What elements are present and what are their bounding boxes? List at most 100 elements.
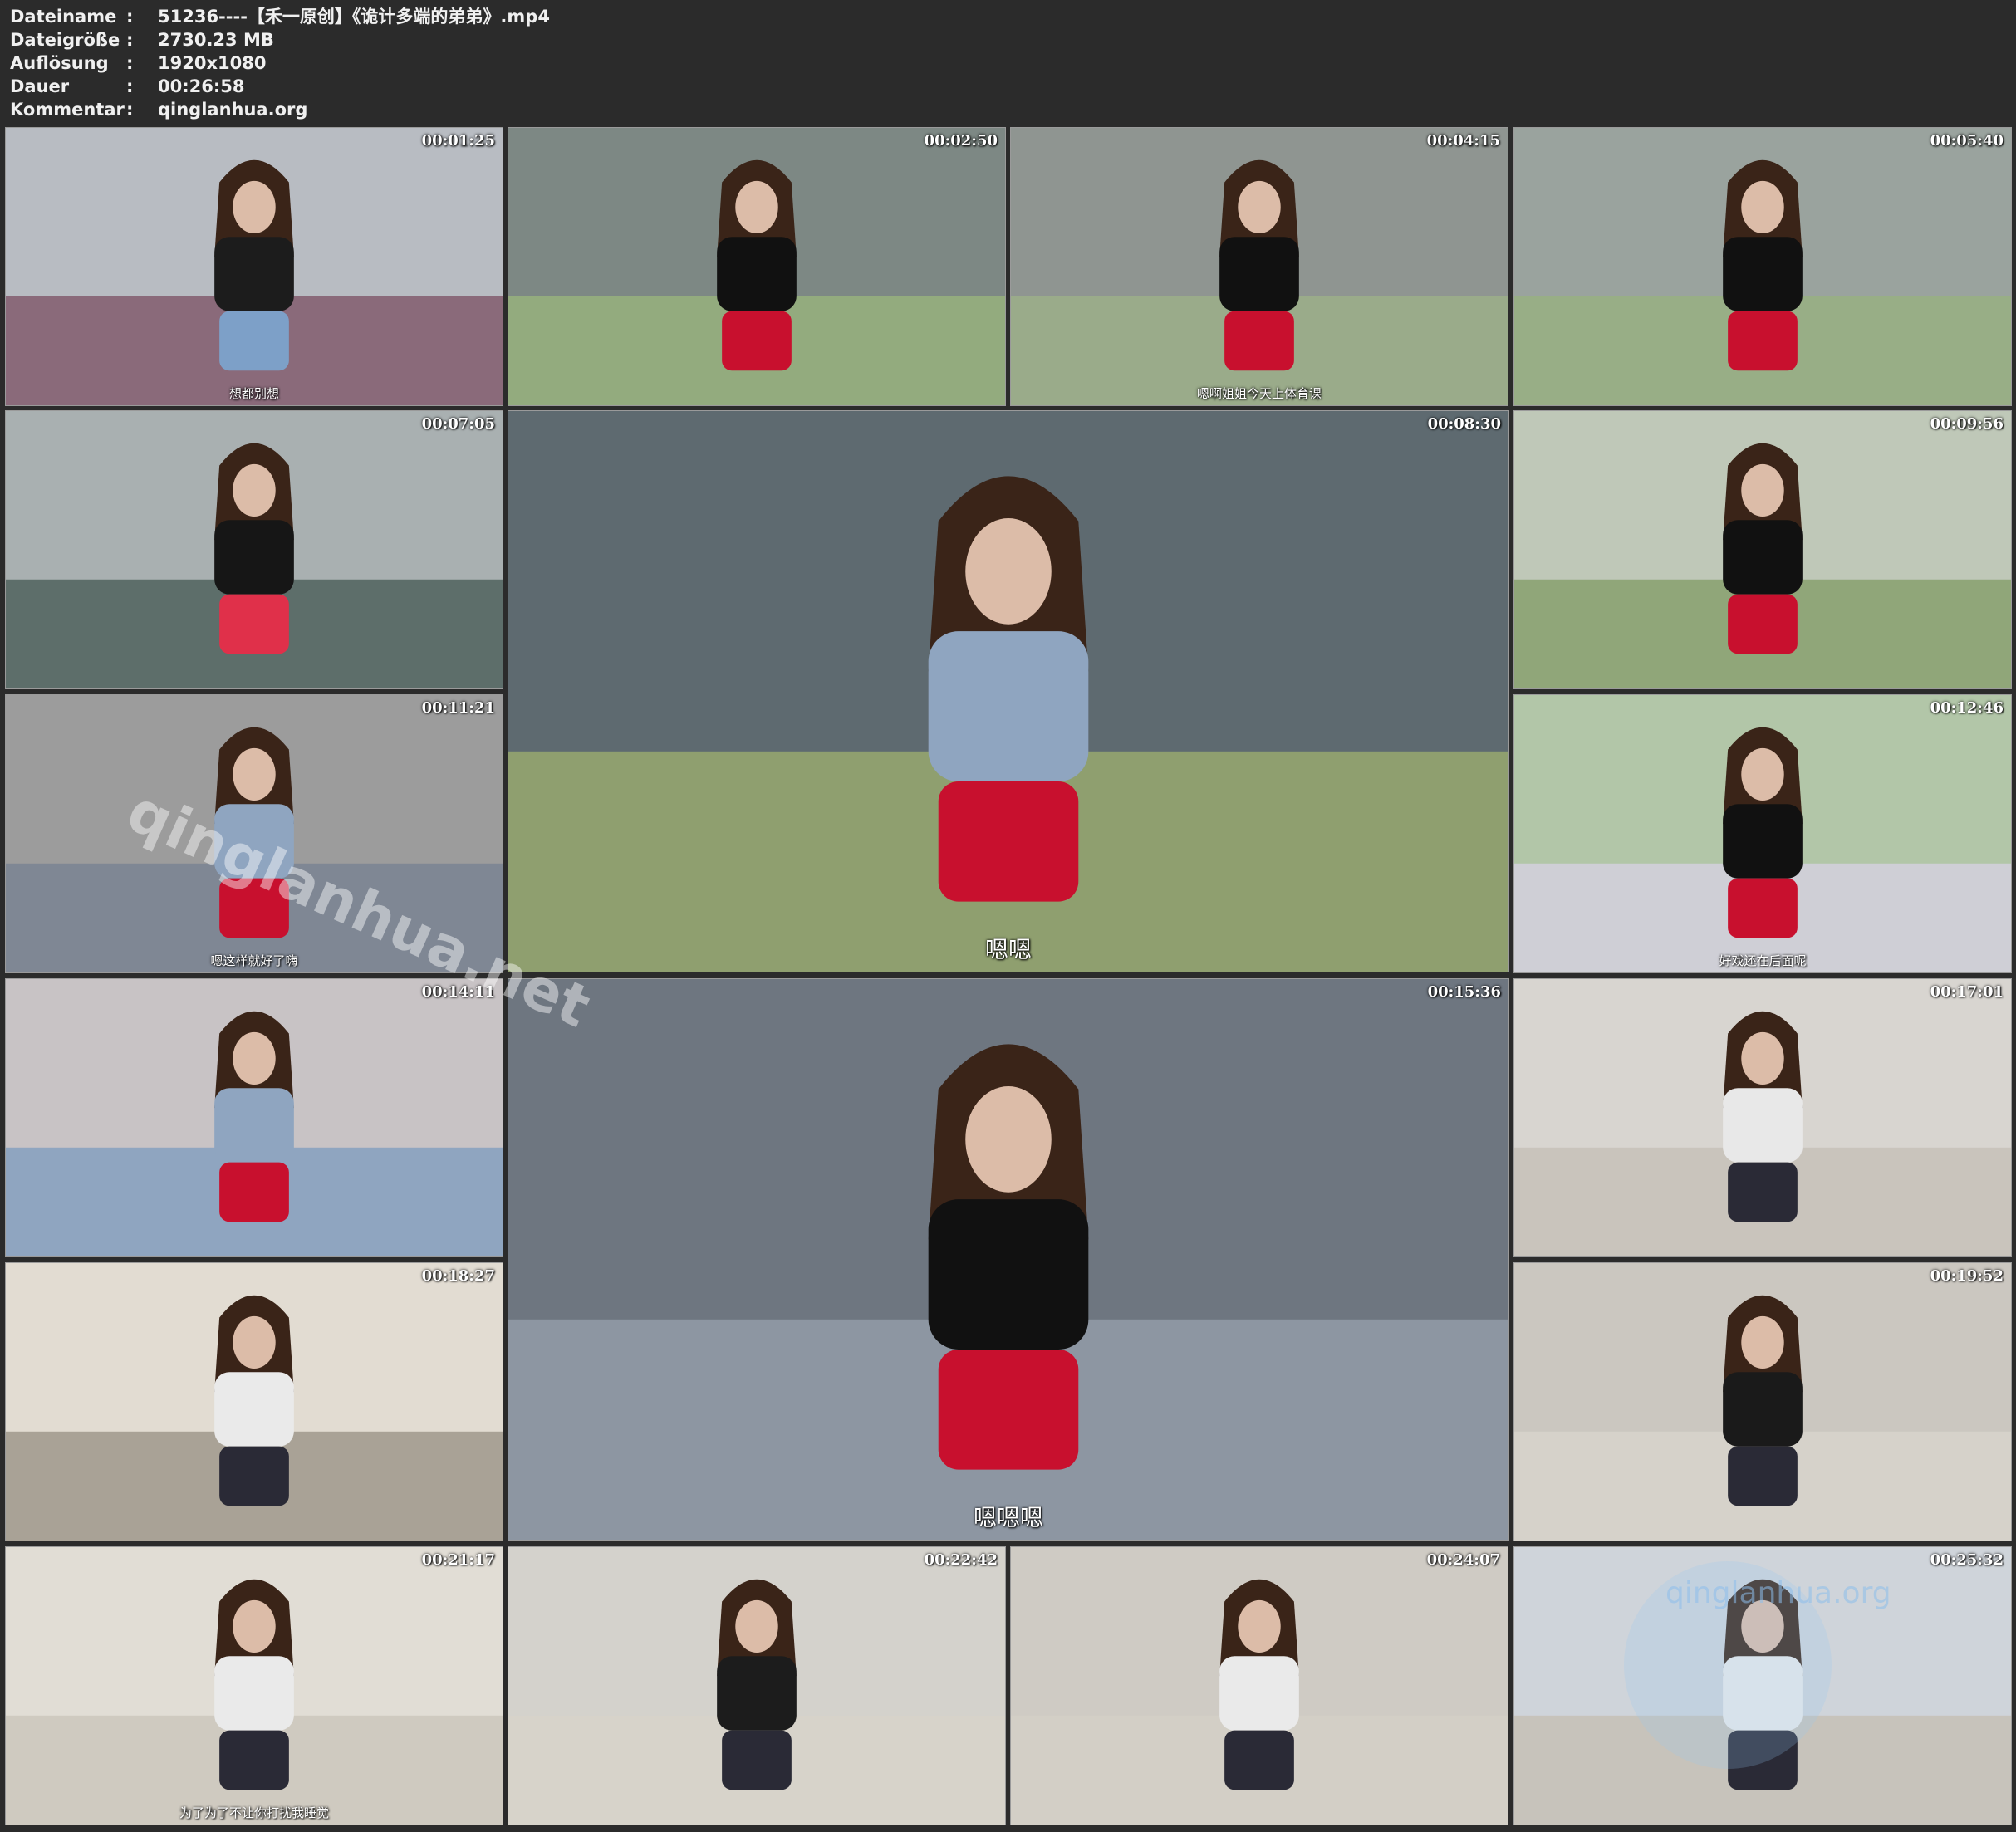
figure-face <box>233 180 276 234</box>
figure-torso <box>1723 1372 1803 1447</box>
thumbnail-frame <box>1011 128 1508 405</box>
figure-legs <box>219 1730 289 1790</box>
corner-watermark: qinglanhua.org <box>1665 1576 1891 1610</box>
figure-torso <box>928 631 1089 781</box>
video-thumbnail[interactable]: 00:18:27 <box>5 1262 503 1541</box>
figure-face <box>233 1599 276 1653</box>
thumbnail-timestamp: 00:18:27 <box>421 1267 495 1285</box>
thumbnail-timestamp: 00:17:01 <box>1930 983 2004 1001</box>
thumbnail-frame <box>508 128 1005 405</box>
figure-face <box>1741 180 1784 234</box>
figure-legs <box>1728 1446 1798 1506</box>
thumbnail-subtitle: 嗯嗯 <box>984 936 1032 963</box>
figure-face <box>965 1085 1052 1193</box>
figure-face <box>1741 463 1784 517</box>
figure-face <box>233 463 276 517</box>
figure-torso <box>214 237 294 311</box>
thumbnail-subtitle: 为了为了不让你打扰我睡觉 <box>179 1805 329 1820</box>
thumbnail-timestamp: 00:05:40 <box>1930 132 2004 149</box>
figure-torso <box>1723 237 1803 311</box>
thumbnail-timestamp: 00:07:05 <box>421 415 495 433</box>
video-thumbnail[interactable]: 00:01:25 想都别想 <box>5 127 503 406</box>
thumbnail-timestamp: 00:12:46 <box>1930 699 2004 717</box>
thumbnail-timestamp: 00:15:36 <box>1427 983 1501 1001</box>
figure-torso <box>1723 520 1803 595</box>
figure-legs <box>938 1349 1079 1470</box>
figure-torso <box>1219 237 1299 311</box>
thumbnail-frame <box>508 1547 1005 1825</box>
figure-legs <box>1728 878 1798 938</box>
figure-legs <box>219 594 289 654</box>
thumbnail-frame <box>1011 1547 1508 1825</box>
thumbnail-subtitle: 嗯啊姐姐今天上体育课 <box>1196 386 1322 401</box>
figure-torso <box>1723 1088 1803 1163</box>
figure-face <box>1741 1315 1784 1369</box>
figure-torso <box>928 1199 1089 1350</box>
thumbnail-frame <box>508 979 1508 1540</box>
thumbnail-frame <box>6 411 503 688</box>
video-thumbnail[interactable]: 00:14:11 <box>5 978 503 1257</box>
thumbnail-timestamp: 00:21:17 <box>421 1551 495 1569</box>
thumbnail-subtitle: 嗯嗯嗯 <box>973 1504 1043 1531</box>
video-thumbnail[interactable]: 00:22:42 <box>508 1546 1006 1825</box>
video-thumbnail[interactable]: 00:09:56 <box>1513 410 2012 689</box>
video-thumbnail[interactable]: 00:02:50 <box>508 127 1006 406</box>
figure-legs <box>1224 311 1294 371</box>
thumbnail-timestamp: 00:09:56 <box>1930 415 2004 433</box>
thumbnail-timestamp: 00:04:15 <box>1426 132 1500 149</box>
thumbnail-grid: 00:01:25 想都别想 00:02:50 00:04:15 嗯啊姐姐今天上体育课 00… <box>0 0 2016 1832</box>
figure-legs <box>938 781 1079 902</box>
figure-legs <box>1728 1162 1798 1222</box>
figure-torso <box>717 1656 797 1731</box>
thumbnail-frame <box>508 411 1508 972</box>
figure-face <box>233 747 276 801</box>
thumbnail-timestamp: 00:08:30 <box>1427 415 1501 433</box>
figure-legs <box>1728 594 1798 654</box>
thumbnail-subtitle: 好戏还在后面呢 <box>1719 953 1807 968</box>
video-thumbnail[interactable]: 00:12:46 好戏还在后面呢 <box>1513 694 2012 973</box>
thumbnail-frame <box>1514 128 2011 405</box>
figure-face <box>735 1599 778 1653</box>
figure-legs <box>219 1446 289 1506</box>
thumbnail-frame <box>1514 1263 2011 1541</box>
thumbnail-timestamp: 00:24:07 <box>1426 1551 1500 1569</box>
figure-face <box>1238 1599 1281 1653</box>
figure-legs <box>722 311 792 371</box>
thumbnail-timestamp: 00:11:21 <box>421 699 495 717</box>
video-thumbnail[interactable]: 00:15:36 嗯嗯嗯 <box>508 978 1509 1541</box>
figure-face <box>1741 747 1784 801</box>
video-thumbnail[interactable]: 00:08:30 嗯嗯 <box>508 410 1509 972</box>
figure-torso <box>214 1088 294 1163</box>
thumbnail-timestamp: 00:02:50 <box>924 132 998 149</box>
figure-face <box>1741 1031 1784 1085</box>
figure-face <box>965 517 1052 625</box>
thumbnail-timestamp: 00:22:42 <box>924 1551 998 1569</box>
figure-face <box>233 1031 276 1085</box>
video-thumbnail[interactable]: 00:21:17 为了为了不让你打扰我睡觉 <box>5 1546 503 1825</box>
figure-torso <box>214 1372 294 1447</box>
figure-legs <box>219 1162 289 1222</box>
thumbnail-frame <box>6 128 503 405</box>
figure-torso <box>1219 1656 1299 1731</box>
video-thumbnail[interactable]: 00:17:01 <box>1513 978 2012 1257</box>
thumbnail-frame <box>6 979 503 1256</box>
video-thumbnail[interactable]: 00:07:05 <box>5 410 503 689</box>
video-thumbnail[interactable]: 00:05:40 <box>1513 127 2012 406</box>
figure-legs <box>722 1730 792 1790</box>
thumbnail-frame <box>1514 411 2011 688</box>
video-thumbnail[interactable]: 00:04:15 嗯啊姐姐今天上体育课 <box>1010 127 1508 406</box>
figure-torso <box>214 1656 294 1731</box>
figure-face <box>735 180 778 234</box>
figure-face <box>233 1315 276 1369</box>
figure-torso <box>1723 804 1803 879</box>
video-thumbnail[interactable]: 00:19:52 <box>1513 1262 2012 1541</box>
figure-torso <box>214 520 294 595</box>
figure-legs <box>219 311 289 371</box>
figure-legs <box>1728 311 1798 371</box>
figure-torso <box>717 237 797 311</box>
thumbnail-frame <box>6 1263 503 1541</box>
thumbnail-timestamp: 00:19:52 <box>1930 1267 2004 1285</box>
figure-face <box>1238 180 1281 234</box>
video-thumbnail[interactable]: 00:24:07 <box>1010 1546 1508 1825</box>
thumbnail-timestamp: 00:25:32 <box>1930 1551 2004 1569</box>
